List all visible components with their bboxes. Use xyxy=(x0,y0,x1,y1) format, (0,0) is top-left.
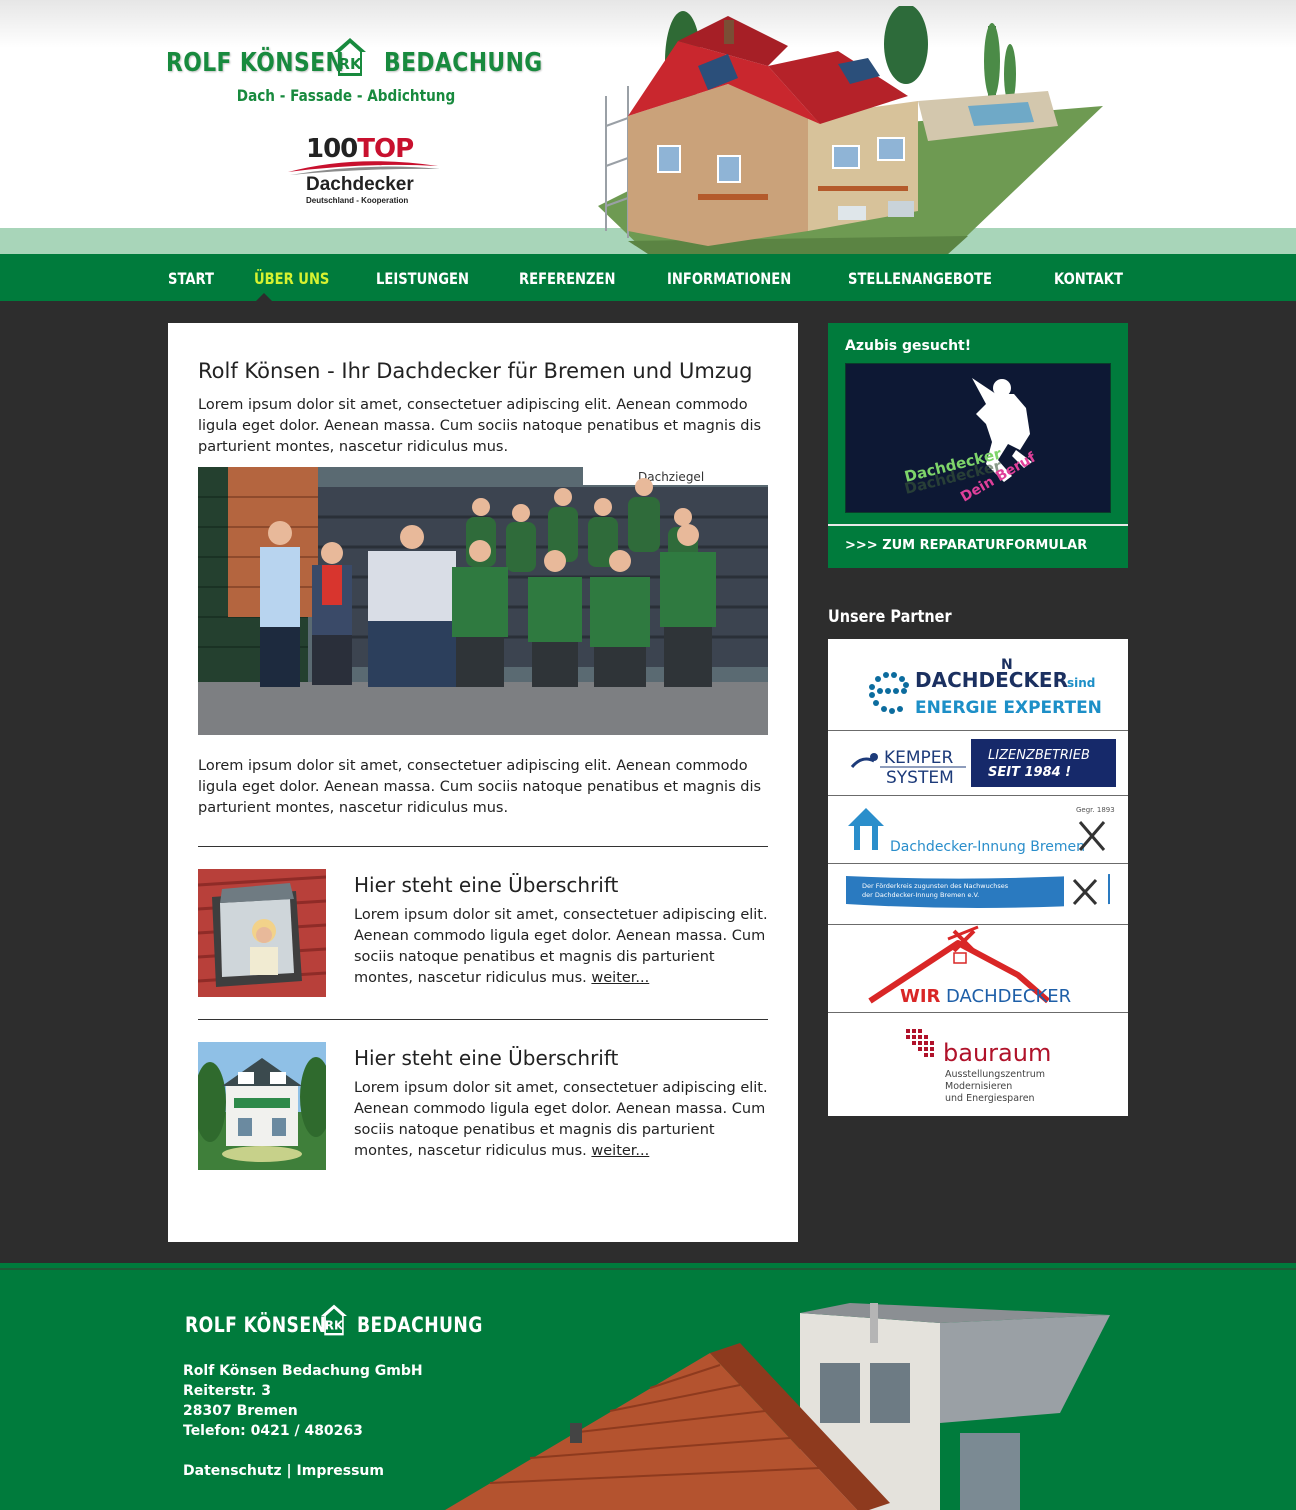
svg-text:SEIT 1984 !: SEIT 1984 ! xyxy=(988,765,1071,780)
intro-paragraph: Lorem ipsum dolor sit amet, consectetuer… xyxy=(198,397,762,455)
impressum-link[interactable]: Impressum xyxy=(297,1463,384,1479)
100top-dachdecker-logo[interactable]: 100TOP Dachdecker Deutschland - Kooperat… xyxy=(286,134,446,210)
svg-text:Modernisieren: Modernisieren xyxy=(945,1081,1012,1092)
footer-house-roof-image xyxy=(445,1303,1110,1510)
divider xyxy=(198,846,768,847)
main-navigation: START ÜBER UNS LEISTUNGEN REFERENZEN INF… xyxy=(0,254,1296,301)
teaser-text: Lorem ipsum dolor sit amet, consectetuer… xyxy=(354,905,768,989)
partner-dachdecker-energie-experten[interactable]: DACHDECKER N sind ENERGIE EXPERTEN xyxy=(828,639,1128,731)
footer-stripe xyxy=(0,1263,1296,1275)
toplogo-subtitle: Deutschland - Kooperation xyxy=(306,196,409,205)
divider xyxy=(828,524,1128,526)
svg-text:der Dachdecker-Innung Bremen e: der Dachdecker-Innung Bremen e.V. xyxy=(862,891,979,899)
svg-text:sind: sind xyxy=(1067,676,1095,690)
svg-text:SYSTEM: SYSTEM xyxy=(886,768,954,788)
svg-text:KEMPER: KEMPER xyxy=(884,748,954,768)
svg-text:Ausstellungszentrum: Ausstellungszentrum xyxy=(945,1069,1045,1080)
link-separator: | xyxy=(281,1463,297,1479)
svg-text:und Energiesparen: und Energiesparen xyxy=(945,1093,1035,1104)
partner-bauraum[interactable]: bauraum Ausstellungszentrum Modernisiere… xyxy=(828,1013,1128,1116)
footer-brand-left: ROLF KÖNSEN xyxy=(185,1313,327,1337)
teaser-read-more-link[interactable]: weiter... xyxy=(591,1143,649,1159)
main-content: Rolf Könsen - Ihr Dachdecker für Bremen … xyxy=(168,323,798,1242)
partner-dachdecker-innung-bremen[interactable]: Dachdecker-Innung Bremen Gegr. 1893 xyxy=(828,796,1128,864)
footer-phone[interactable]: Telefon: 0421 / 480263 xyxy=(183,1421,423,1441)
nav-item-kontakt[interactable]: KONTAKT xyxy=(1054,254,1123,301)
nav-item-referenzen[interactable]: REFERENZEN xyxy=(519,254,615,301)
team-photo: Dachziegel xyxy=(198,467,768,735)
partner-wir-dachdecker[interactable]: WIR DACHDECKER xyxy=(828,925,1128,1013)
site-header: ROLF KÖNSEN RK BEDACHUNG Dach - Fassade … xyxy=(0,0,1296,254)
partner-list: DACHDECKER N sind ENERGIE EXPERTEN KEMPE… xyxy=(828,639,1128,1116)
footer-links: Datenschutz | Impressum xyxy=(183,1463,384,1479)
toplogo-dachdecker: Dachdecker xyxy=(306,174,414,195)
teaser-read-more-link[interactable]: weiter... xyxy=(591,970,649,986)
footer-street: Reiterstr. 3 xyxy=(183,1383,272,1399)
teaser-image-house[interactable] xyxy=(198,1042,326,1170)
svg-text:N: N xyxy=(1001,657,1013,673)
footer-city: 28307 Bremen xyxy=(183,1403,298,1419)
repair-form-link[interactable]: >>> ZUM REPARATURFORMULAR xyxy=(845,538,1087,553)
partner-foerderkreis[interactable]: Der Förderkreis zugunsten des Nachwuchse… xyxy=(828,864,1128,925)
brand-name-left: ROLF KÖNSEN xyxy=(166,48,345,78)
nav-item-informationen[interactable]: INFORMATIONEN xyxy=(667,254,791,301)
teaser-heading: Hier steht eine Überschrift xyxy=(354,873,619,897)
outro-paragraph: Lorem ipsum dolor sit amet, consectetuer… xyxy=(198,758,762,816)
svg-text:bauraum: bauraum xyxy=(943,1039,1051,1067)
teaser-heading: Hier steht eine Überschrift xyxy=(354,1046,619,1070)
azubi-title: Azubis gesucht! xyxy=(845,338,972,354)
brand-logo[interactable]: ROLF KÖNSEN RK BEDACHUNG Dach - Fassade … xyxy=(166,36,543,105)
svg-text:Dachdecker-Innung Bremen: Dachdecker-Innung Bremen xyxy=(890,839,1085,855)
azubi-box: Azubis gesucht! Dachdecker Dachdecker De… xyxy=(828,323,1128,568)
nav-item-stellenangebote[interactable]: STELLENANGEBOTE xyxy=(848,254,992,301)
partners-heading: Unsere Partner xyxy=(828,607,952,627)
nav-item-leistungen[interactable]: LEISTUNGEN xyxy=(376,254,469,301)
partner-kemper-system[interactable]: KEMPER SYSTEM LIZENZBETRIEB SEIT 1984 ! xyxy=(828,731,1128,796)
svg-text:DACHDECKER: DACHDECKER xyxy=(915,668,1068,692)
teaser-text: Lorem ipsum dolor sit amet, consectetuer… xyxy=(354,1078,768,1162)
house-cutaway-illustration xyxy=(598,6,1103,254)
svg-text:RK: RK xyxy=(325,1319,344,1333)
nav-item-start[interactable]: START xyxy=(168,254,214,301)
svg-text:Der Förderkreis zugunsten des: Der Förderkreis zugunsten des Nachwuchse… xyxy=(862,882,1009,890)
svg-text:WIR: WIR xyxy=(900,986,941,1007)
footer-brand-right: BEDACHUNG xyxy=(357,1313,483,1337)
footer-address: Rolf Könsen Bedachung GmbH Reiterstr. 3 … xyxy=(183,1361,423,1441)
page-title: Rolf Könsen - Ihr Dachdecker für Bremen … xyxy=(198,359,753,383)
azubi-banner[interactable]: Dachdecker Dachdecker Dein Beruf xyxy=(845,363,1111,513)
svg-text:DACHDECKER: DACHDECKER xyxy=(946,986,1071,1007)
brand-name-right: BEDACHUNG xyxy=(384,48,543,78)
svg-text:Gegr. 1893: Gegr. 1893 xyxy=(1076,806,1115,814)
tagline: Dach - Fassade - Abdichtung xyxy=(236,86,456,105)
datenschutz-link[interactable]: Datenschutz xyxy=(183,1463,282,1479)
svg-text:LIZENZBETRIEB: LIZENZBETRIEB xyxy=(988,748,1090,763)
footer-company: Rolf Könsen Bedachung GmbH xyxy=(183,1363,423,1379)
teaser-text-body: Lorem ipsum dolor sit amet, consectetuer… xyxy=(354,907,768,986)
divider xyxy=(198,1019,768,1020)
footer-brand-logo[interactable]: ROLF KÖNSEN RK BEDACHUNG xyxy=(185,1303,510,1337)
svg-text:ENERGIE EXPERTEN: ENERGIE EXPERTEN xyxy=(915,698,1102,718)
teaser-text-body: Lorem ipsum dolor sit amet, consectetuer… xyxy=(354,1080,768,1159)
active-nav-indicator xyxy=(256,293,272,301)
teaser-image-roof-window[interactable] xyxy=(198,869,326,997)
